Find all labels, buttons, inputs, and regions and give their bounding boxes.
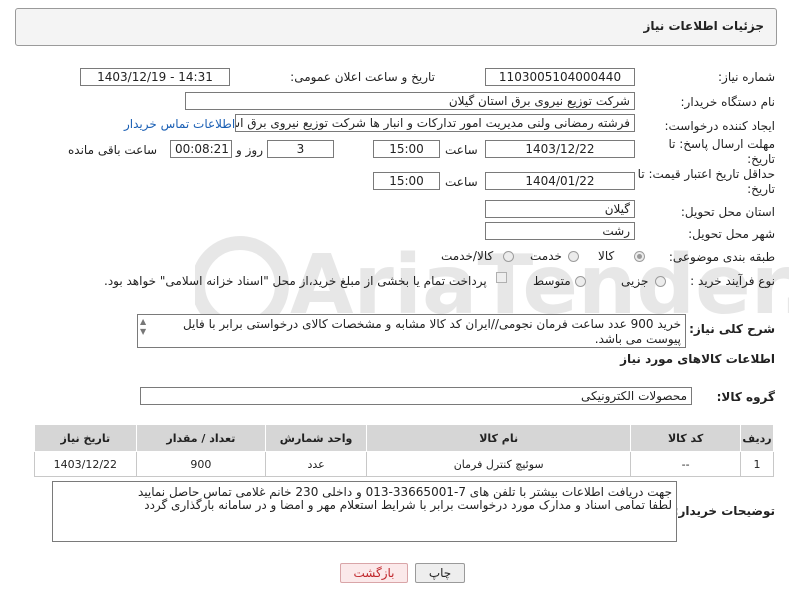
need-number-label: شماره نیاز: [718, 70, 775, 84]
category-option-service: خدمت [530, 249, 562, 263]
price-time-label: ساعت [445, 175, 478, 189]
reply-days-label: روز و [236, 143, 263, 157]
province-field: گیلان [485, 200, 635, 218]
goods-section-title: اطلاعات کالاهای مورد نیاز [620, 352, 775, 366]
description-text: خرید 900 عدد ساعت فرمان نجومی//ایران کد … [182, 317, 681, 346]
treasury-note: پرداخت تمام یا بخشی از مبلغ خرید،از محل … [104, 274, 487, 288]
buyer-notes-label: توضیحات خریدار: [673, 504, 775, 518]
requester-label: ایجاد کننده درخواست: [664, 119, 775, 133]
announce-label: تاریخ و ساعت اعلان عمومی: [290, 70, 435, 84]
cell-unit: عدد [265, 451, 368, 477]
city-field: رشت [485, 222, 635, 240]
col-quantity: تعداد / مقدار [135, 424, 267, 452]
buyer-org-field: شرکت توزیع نیروی برق استان گیلان [185, 92, 635, 110]
cell-item-code: -- [630, 451, 741, 477]
remaining-time-label: ساعت باقی مانده [68, 143, 158, 157]
scroll-arrows-icon[interactable]: ▲ ▼ [140, 317, 150, 345]
col-row-number: ردیف [739, 424, 775, 452]
cell-quantity: 900 [135, 451, 267, 477]
purchase-option-minor: جزیی [621, 274, 649, 288]
price-validity-label: حداقل تاریخ اعتبار قیمت: تا تاریخ: [637, 167, 775, 196]
print-button[interactable]: چاپ [415, 563, 465, 583]
category-label: طبقه بندی موضوعی: [668, 250, 775, 264]
goods-group-field: محصولات الکترونیکی [140, 387, 692, 405]
buyer-org-label: نام دستگاه خریدار: [680, 95, 776, 109]
need-number-field: 1103005104000440 [485, 68, 635, 86]
back-button[interactable]: بازگشت [340, 563, 408, 583]
goods-table-header: تاریخ نیاز تعداد / مقدار واحد شمارش نام … [34, 424, 775, 452]
col-unit: واحد شمارش [265, 424, 368, 452]
price-validity-time: 15:00 [373, 172, 440, 190]
goods-group-label: گروه کالا: [716, 390, 775, 404]
price-validity-date: 1404/01/22 [485, 172, 635, 190]
reply-deadline-time: 15:00 [373, 140, 440, 158]
table-row: 1403/12/22 900 عدد سوئیچ کنترل فرمان -- … [34, 451, 775, 477]
buyer-contact-link[interactable]: اطلاعات تماس خریدار [124, 117, 235, 131]
cell-item-name: سوئیچ کنترل فرمان [366, 451, 632, 477]
buyer-notes-line-2: لطفا تمامی اسناد و مدارک مورد درخواست بر… [144, 498, 672, 512]
reply-deadline-label: مهلت ارسال پاسخ: تا تاریخ: [668, 137, 775, 166]
requester-field: فرشته رمضانی ولنی مدیریت امور تدارکات و … [235, 114, 635, 132]
window-title: جزئیات اطلاعات نیاز [643, 19, 764, 33]
goods-table: تاریخ نیاز تعداد / مقدار واحد شمارش نام … [34, 424, 775, 477]
treasury-checkbox[interactable] [496, 272, 507, 283]
city-label: شهر محل تحویل: [688, 227, 775, 241]
category-option-both: کالا/خدمت [441, 249, 494, 263]
category-radio-goods[interactable] [634, 251, 645, 262]
description-textarea[interactable]: خرید 900 عدد ساعت فرمان نجومی//ایران کد … [137, 314, 686, 348]
category-radio-both[interactable] [503, 251, 514, 262]
purchase-type-label: نوع فرآیند خرید : [690, 274, 775, 288]
category-radio-service[interactable] [568, 251, 579, 262]
cell-need-date: 1403/12/22 [34, 451, 137, 477]
purchase-radio-medium[interactable] [575, 276, 586, 287]
purchase-radio-minor[interactable] [655, 276, 666, 287]
col-item-code: کد کالا [630, 424, 741, 452]
reply-deadline-date: 1403/12/22 [485, 140, 635, 158]
province-label: استان محل تحویل: [680, 205, 775, 219]
reply-days-field: 3 [267, 140, 334, 158]
description-label: شرح کلی نیاز: [689, 322, 775, 336]
purchase-option-medium: متوسط [533, 274, 571, 288]
col-need-date: تاریخ نیاز [34, 424, 137, 452]
buyer-notes-box[interactable]: جهت دریافت اطلاعات بیشتر با تلفن های 7-3… [52, 481, 677, 542]
cell-row-number: 1 [739, 451, 775, 477]
category-option-goods: کالا [598, 249, 615, 263]
remaining-time-field: 00:08:21 [170, 140, 232, 158]
reply-time-label: ساعت [445, 143, 478, 157]
window-title-bar: جزئیات اطلاعات نیاز [15, 8, 777, 46]
col-item-name: نام کالا [366, 424, 632, 452]
announce-field: 1403/12/19 - 14:31 [80, 68, 230, 86]
